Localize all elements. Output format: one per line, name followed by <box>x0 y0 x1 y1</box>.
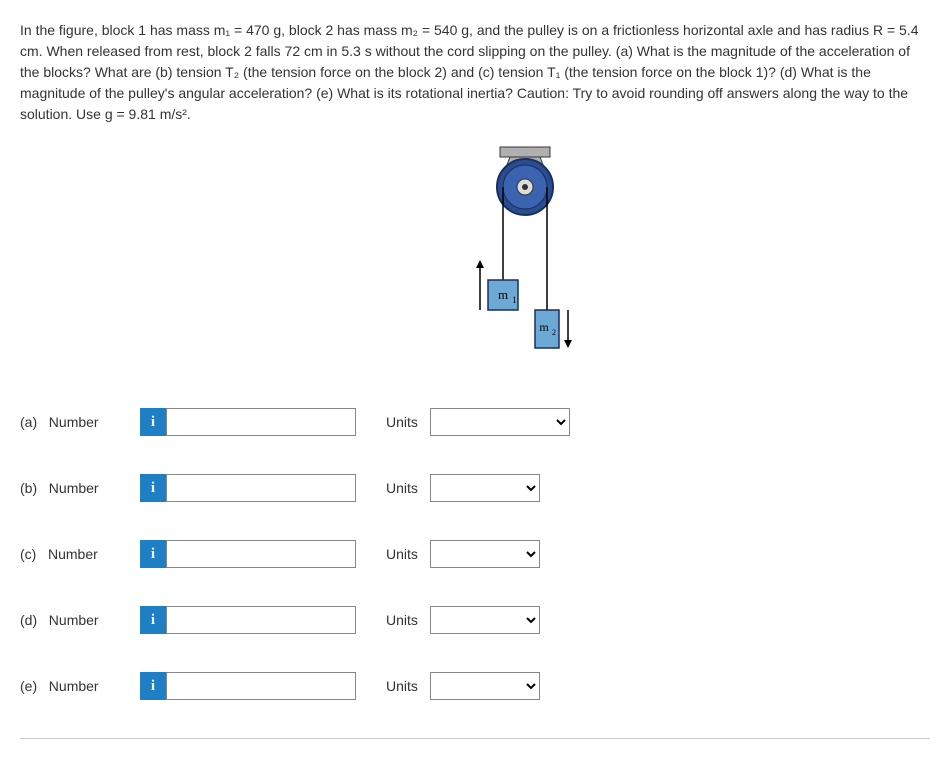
number-input-b[interactable] <box>166 474 356 502</box>
row-label: (a) Number <box>20 414 140 430</box>
number-input-c[interactable] <box>166 540 356 568</box>
row-label: (d) Number <box>20 612 140 628</box>
row-label: (b) Number <box>20 480 140 496</box>
number-input-d[interactable] <box>166 606 356 634</box>
units-label: Units <box>386 678 418 694</box>
problem-statement: In the figure, block 1 has mass m₁ = 470… <box>20 20 930 125</box>
svg-text:m: m <box>539 320 549 334</box>
info-icon[interactable]: i <box>140 672 166 700</box>
units-label: Units <box>386 480 418 496</box>
answers-section: (a) Number i Units (b) Number i Units (c… <box>20 408 930 700</box>
row-label: (c) Number <box>20 546 140 562</box>
info-icon[interactable]: i <box>140 474 166 502</box>
number-input-a[interactable] <box>166 408 356 436</box>
answer-row-b: (b) Number i Units <box>20 474 930 502</box>
info-icon[interactable]: i <box>140 540 166 568</box>
units-select-e[interactable] <box>430 672 540 700</box>
units-select-a[interactable] <box>430 408 570 436</box>
units-label: Units <box>386 414 418 430</box>
svg-text:2: 2 <box>552 328 556 337</box>
answer-row-c: (c) Number i Units <box>20 540 930 568</box>
info-icon[interactable]: i <box>140 606 166 634</box>
answer-row-d: (d) Number i Units <box>20 606 930 634</box>
answer-row-e: (e) Number i Units <box>20 672 930 700</box>
svg-text:1: 1 <box>512 295 517 305</box>
number-input-e[interactable] <box>166 672 356 700</box>
info-icon[interactable]: i <box>140 408 166 436</box>
svg-text:m: m <box>498 287 508 302</box>
units-label: Units <box>386 612 418 628</box>
answer-row-a: (a) Number i Units <box>20 408 930 436</box>
units-select-c[interactable] <box>430 540 540 568</box>
units-select-d[interactable] <box>430 606 540 634</box>
units-label: Units <box>386 546 418 562</box>
figure-diagram: m 1 m 2 <box>20 145 930 368</box>
row-label: (e) Number <box>20 678 140 694</box>
units-select-b[interactable] <box>430 474 540 502</box>
separator <box>20 738 930 739</box>
